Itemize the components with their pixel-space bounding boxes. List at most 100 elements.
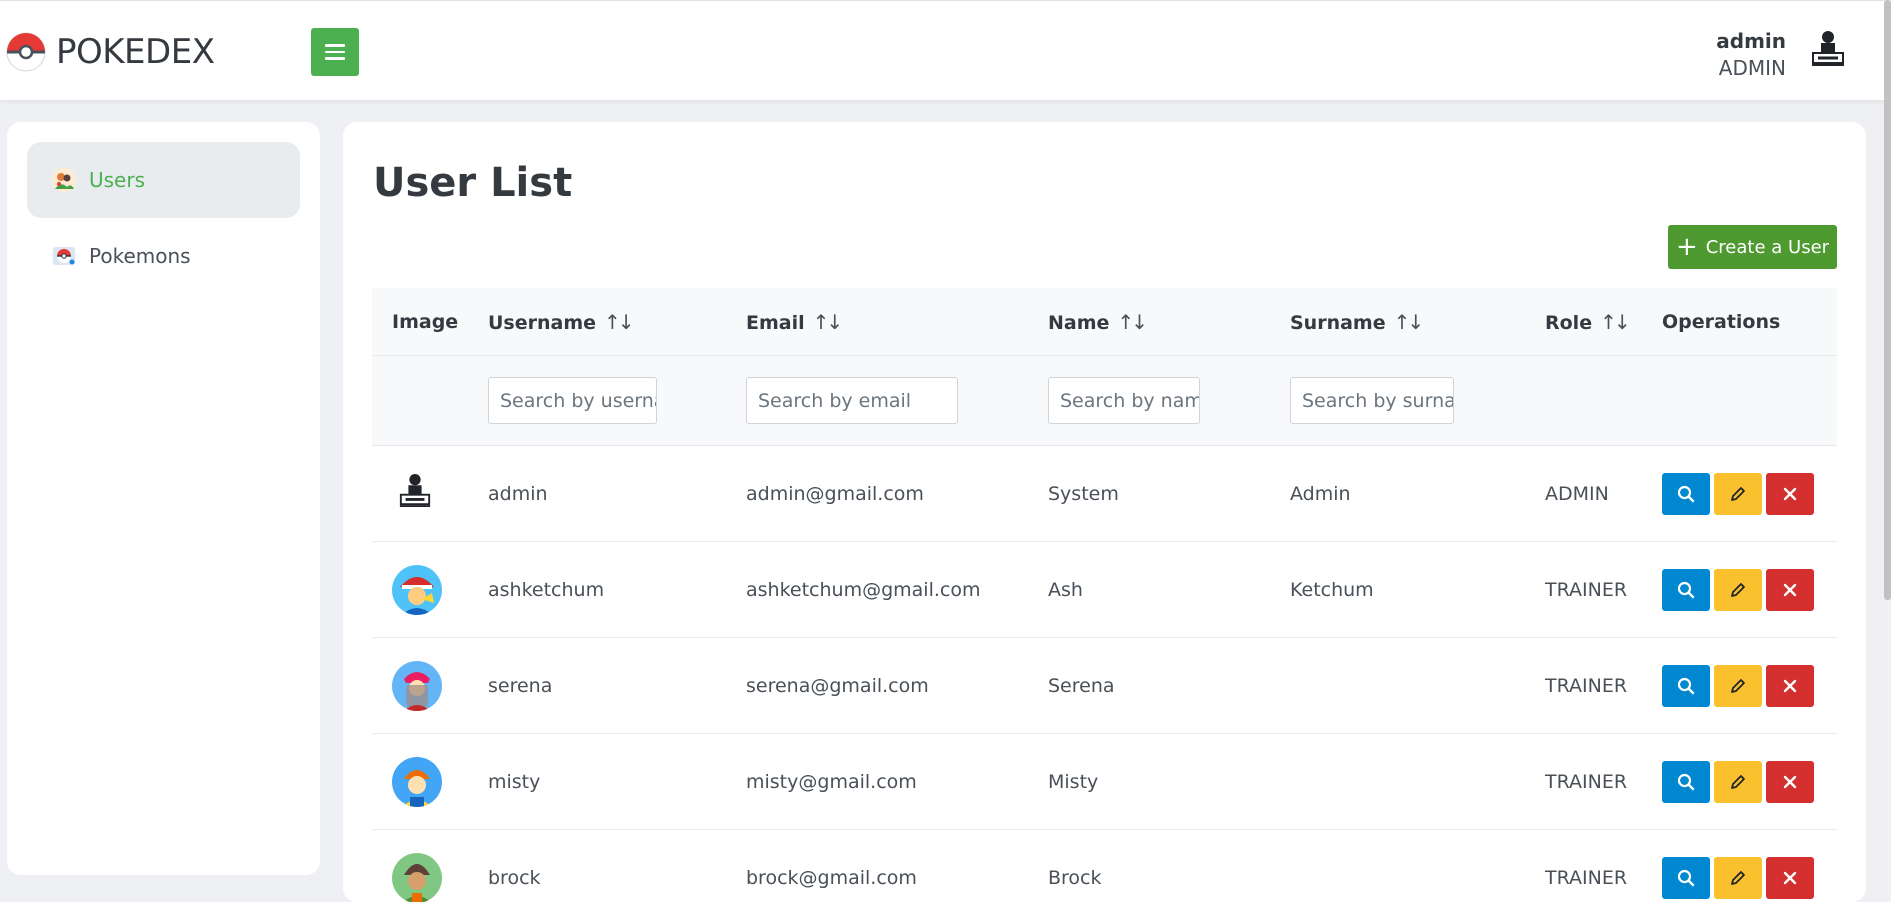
menu-toggle-button[interactable] bbox=[311, 28, 359, 76]
view-button[interactable] bbox=[1662, 665, 1710, 707]
delete-button[interactable] bbox=[1766, 761, 1814, 803]
view-button[interactable] bbox=[1662, 473, 1710, 515]
filter-row bbox=[372, 356, 1837, 446]
hamburger-icon-bar bbox=[325, 50, 345, 54]
role-cell: TRAINER bbox=[1545, 867, 1628, 889]
user-list-card: User List + Create a User Image Username… bbox=[343, 122, 1866, 902]
scroll-thumb[interactable] bbox=[1884, 0, 1891, 600]
username-search-input[interactable] bbox=[488, 377, 657, 424]
create-user-label: Create a User bbox=[1705, 236, 1830, 258]
view-button[interactable] bbox=[1662, 761, 1710, 803]
search-icon bbox=[1676, 772, 1696, 792]
sidebar-item-pokemons[interactable]: Pokemons bbox=[27, 218, 300, 294]
column-header-email[interactable]: Email ↑↓ bbox=[746, 288, 843, 356]
current-user-role: ADMIN bbox=[1718, 56, 1786, 80]
username-cell: serena bbox=[488, 675, 553, 697]
name-cell: Misty bbox=[1048, 771, 1099, 793]
sidebar-item-label: Users bbox=[89, 168, 146, 192]
table-row: misty misty@gmail.com Misty TRAINER bbox=[372, 734, 1837, 830]
misty-avatar bbox=[392, 757, 442, 807]
close-icon bbox=[1781, 485, 1799, 503]
delete-button[interactable] bbox=[1766, 569, 1814, 611]
app-title: POKEDEX bbox=[56, 32, 215, 72]
top-bar: POKEDEX admin ADMIN bbox=[0, 0, 1891, 100]
table-row: ashketchum ashketchum@gmail.com Ash Ketc… bbox=[372, 542, 1837, 638]
sidebar-item-users[interactable]: Users bbox=[27, 142, 300, 218]
users-table: Image Username ↑↓ Email ↑↓ Name ↑↓ Surname ↑… bbox=[372, 288, 1837, 902]
sort-icon[interactable]: ↑↓ bbox=[1600, 310, 1630, 334]
pencil-icon bbox=[1728, 772, 1748, 792]
surname-cell: Admin bbox=[1290, 483, 1351, 505]
current-user-info[interactable]: admin ADMIN bbox=[1716, 28, 1786, 82]
hamburger-icon-bar bbox=[325, 57, 345, 60]
surname-cell: Ketchum bbox=[1290, 579, 1374, 601]
pokeball-logo-icon bbox=[6, 32, 46, 72]
view-button[interactable] bbox=[1662, 569, 1710, 611]
email-cell: misty@gmail.com bbox=[746, 771, 917, 793]
username-cell: admin bbox=[488, 483, 548, 505]
delete-button[interactable] bbox=[1766, 665, 1814, 707]
table-row: brock brock@gmail.com Brock TRAINER bbox=[372, 830, 1837, 902]
app-logo[interactable]: POKEDEX bbox=[6, 31, 215, 73]
pencil-icon bbox=[1728, 484, 1748, 504]
ash-avatar bbox=[392, 565, 442, 615]
users-icon bbox=[52, 168, 76, 192]
column-label: Username bbox=[488, 312, 597, 334]
name-cell: Ash bbox=[1048, 579, 1083, 601]
close-icon bbox=[1781, 581, 1799, 599]
username-cell: misty bbox=[488, 771, 541, 793]
name-cell: Brock bbox=[1048, 867, 1102, 889]
pokeball-icon bbox=[53, 247, 75, 265]
column-label: Role bbox=[1545, 312, 1593, 334]
plus-icon: + bbox=[1675, 232, 1698, 262]
delete-button[interactable] bbox=[1766, 473, 1814, 515]
column-header-surname[interactable]: Surname ↑↓ bbox=[1290, 288, 1424, 356]
sort-icon[interactable]: ↑↓ bbox=[604, 310, 634, 334]
role-cell: TRAINER bbox=[1545, 579, 1628, 601]
sort-icon[interactable]: ↑↓ bbox=[813, 310, 843, 334]
search-icon bbox=[1676, 868, 1696, 888]
role-cell: TRAINER bbox=[1545, 675, 1628, 697]
sort-icon[interactable]: ↑↓ bbox=[1117, 310, 1147, 334]
search-icon bbox=[1676, 580, 1696, 600]
name-search-input[interactable] bbox=[1048, 377, 1200, 424]
edit-button[interactable] bbox=[1714, 569, 1762, 611]
column-label: Email bbox=[746, 312, 805, 334]
serena-avatar bbox=[392, 661, 442, 711]
column-label: Operations bbox=[1662, 311, 1781, 333]
sort-icon[interactable]: ↑↓ bbox=[1394, 310, 1424, 334]
page-title: User List bbox=[373, 160, 573, 206]
email-search-input[interactable] bbox=[746, 377, 958, 424]
brock-avatar bbox=[392, 853, 442, 902]
name-cell: Serena bbox=[1048, 675, 1115, 697]
email-cell: serena@gmail.com bbox=[746, 675, 929, 697]
surname-search-input[interactable] bbox=[1290, 377, 1454, 424]
column-header-operations: Operations bbox=[1662, 288, 1780, 356]
column-label: Name bbox=[1048, 312, 1110, 334]
pencil-icon bbox=[1728, 676, 1748, 696]
column-header-username[interactable]: Username ↑↓ bbox=[488, 288, 634, 356]
edit-button[interactable] bbox=[1714, 761, 1762, 803]
username-cell: brock bbox=[488, 867, 541, 889]
email-cell: ashketchum@gmail.com bbox=[746, 579, 981, 601]
close-icon bbox=[1781, 773, 1799, 791]
column-header-role[interactable]: Role ↑↓ bbox=[1545, 288, 1631, 356]
sidebar-item-label: Pokemons bbox=[89, 244, 191, 268]
current-user-name: admin bbox=[1716, 29, 1786, 53]
pencil-icon bbox=[1728, 868, 1748, 888]
admin-stamp-icon[interactable] bbox=[1810, 29, 1846, 67]
edit-button[interactable] bbox=[1714, 473, 1762, 515]
email-cell: brock@gmail.com bbox=[746, 867, 917, 889]
pencil-icon bbox=[1728, 580, 1748, 600]
role-cell: ADMIN bbox=[1545, 483, 1609, 505]
close-icon bbox=[1781, 869, 1799, 887]
edit-button[interactable] bbox=[1714, 665, 1762, 707]
search-icon bbox=[1676, 676, 1696, 696]
create-user-button[interactable]: + Create a User bbox=[1668, 225, 1837, 269]
username-cell: ashketchum bbox=[488, 579, 605, 601]
column-label: Image bbox=[392, 311, 459, 333]
column-header-name[interactable]: Name ↑↓ bbox=[1048, 288, 1148, 356]
page-scrollbar[interactable] bbox=[1884, 0, 1891, 893]
sidebar: Users Pokemons bbox=[7, 122, 320, 875]
column-header-image: Image bbox=[392, 288, 458, 356]
